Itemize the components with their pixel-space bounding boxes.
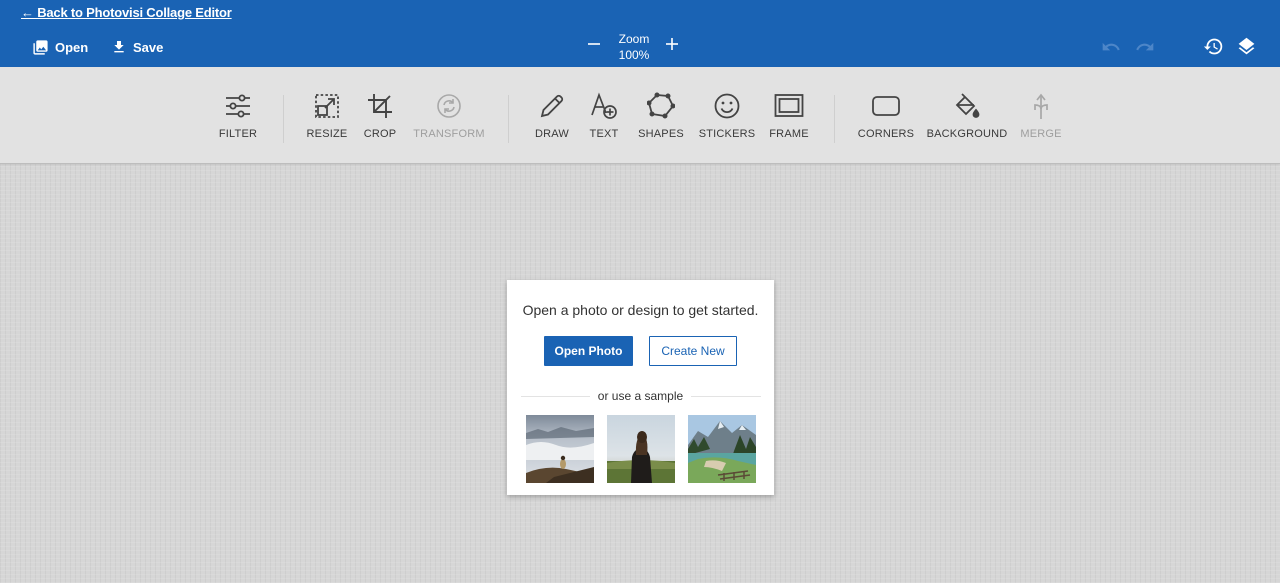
tool-filter[interactable]: FILTER	[213, 91, 263, 141]
toolbar-divider	[834, 95, 835, 143]
toolbar-divider	[283, 95, 284, 143]
zoom-out-button[interactable]	[587, 37, 601, 51]
zoom-value: 100%	[618, 48, 650, 62]
start-message: Open a photo or design to get started.	[522, 302, 759, 318]
tool-label: STICKERS	[698, 128, 756, 140]
tool-shapes[interactable]: SHAPES	[636, 91, 686, 141]
tool-label: FRAME	[769, 128, 809, 140]
layers-icon[interactable]	[1236, 36, 1257, 62]
pencil-icon	[537, 91, 567, 121]
tool-label: BACKGROUND	[926, 128, 1008, 140]
plus-icon	[666, 38, 678, 50]
tool-label: SHAPES	[638, 128, 684, 140]
sliders-icon	[223, 91, 253, 121]
crop-icon	[365, 91, 395, 121]
tool-frame[interactable]: FRAME	[767, 91, 811, 141]
rotate-icon	[434, 91, 464, 121]
sample-photo-girl[interactable]	[607, 415, 675, 483]
tool-label: CORNERS	[857, 128, 915, 140]
back-to-editor-link[interactable]: ← Back to Photovisi Collage Editor	[21, 5, 232, 20]
polygon-icon	[646, 91, 676, 121]
redo-icon[interactable]	[1135, 37, 1155, 62]
or-sample-label: or use a sample	[507, 389, 774, 403]
tool-crop[interactable]: CROP	[358, 91, 402, 141]
rounded-rect-icon	[871, 91, 901, 121]
sample-photo-fog[interactable]	[526, 415, 594, 483]
smiley-icon	[712, 91, 742, 121]
open-label: Open	[55, 39, 89, 55]
download-icon	[111, 39, 127, 55]
undo-icon[interactable]	[1101, 37, 1121, 62]
tool-stickers[interactable]: STICKERS	[698, 91, 756, 141]
text-add-icon	[589, 91, 619, 121]
start-dialog: Open a photo or design to get started. O…	[507, 280, 774, 495]
tool-label: TEXT	[589, 128, 619, 140]
save-button[interactable]: Save	[111, 37, 163, 57]
tool-label: FILTER	[218, 128, 258, 140]
create-new-button[interactable]: Create New	[649, 336, 737, 366]
save-label: Save	[133, 39, 164, 55]
tool-draw[interactable]: DRAW	[531, 91, 573, 141]
sample-photo-lake[interactable]	[688, 415, 756, 483]
zoom-control: Zoom 100%	[586, 30, 682, 64]
open-photo-button[interactable]: Open Photo	[544, 336, 633, 366]
tool-label: DRAW	[535, 128, 569, 140]
tool-merge[interactable]: MERGE	[1018, 91, 1064, 141]
zoom-in-button[interactable]	[665, 37, 679, 51]
minus-icon	[588, 43, 600, 45]
image-icon	[32, 39, 49, 56]
tool-corners[interactable]: CORNERS	[858, 91, 914, 141]
merge-icon	[1026, 91, 1056, 121]
top-bar: ← Back to Photovisi Collage Editor Open …	[0, 0, 1280, 67]
tool-background[interactable]: BACKGROUND	[926, 91, 1008, 141]
toolbar-divider	[508, 95, 509, 143]
tool-label: TRANSFORM	[413, 128, 485, 140]
zoom-label: Zoom	[618, 32, 650, 46]
tool-transform[interactable]: TRANSFORM	[412, 91, 486, 141]
tool-resize[interactable]: RESIZE	[302, 91, 352, 141]
resize-icon	[312, 91, 342, 121]
paint-bucket-icon	[952, 91, 982, 121]
open-button[interactable]: Open	[32, 37, 88, 57]
tool-label: CROP	[363, 128, 397, 140]
tool-label: RESIZE	[306, 128, 348, 140]
history-icon[interactable]	[1203, 36, 1224, 62]
tool-text[interactable]: TEXT	[586, 91, 622, 141]
tool-label: MERGE	[1020, 128, 1062, 140]
frame-icon	[774, 91, 804, 121]
